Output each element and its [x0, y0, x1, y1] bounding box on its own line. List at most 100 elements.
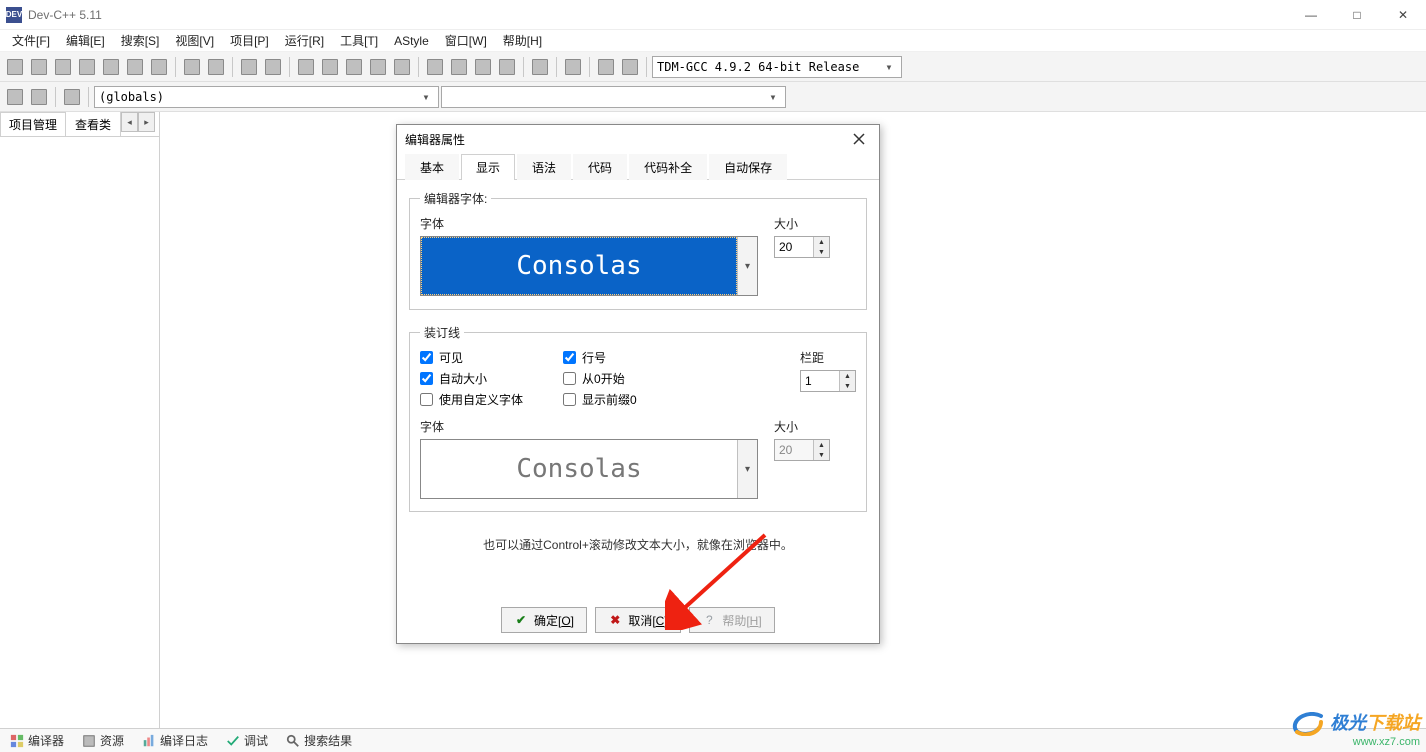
dialog-tab-display[interactable]: 显示: [461, 154, 515, 180]
editor-properties-dialog: 编辑器属性 基本 显示 语法 代码 代码补全 自动保存 编辑器字体: 字体 Co…: [396, 124, 880, 644]
debug-icon: [394, 59, 410, 75]
dialog-tab-basic[interactable]: 基本: [405, 154, 459, 180]
chk-start-zero[interactable]: 从0开始: [563, 370, 637, 387]
tb-btn-d[interactable]: [496, 56, 518, 78]
tb-btn-h[interactable]: [619, 56, 641, 78]
dialog-tab-autosave[interactable]: 自动保存: [709, 154, 787, 180]
tab-class-view[interactable]: 查看类: [66, 112, 120, 136]
chk-visible[interactable]: 可见: [420, 349, 523, 366]
cancel-button[interactable]: ✖ 取消[C]: [595, 607, 681, 633]
menu-help[interactable]: 帮助[H]: [495, 30, 550, 51]
bottom-tab-compiler[interactable]: 编译器: [6, 730, 68, 751]
chevron-down-icon: ▾: [881, 60, 897, 74]
compile-run-button[interactable]: [343, 56, 365, 78]
bottom-tab-resources[interactable]: 资源: [78, 730, 128, 751]
dialog-title-text: 编辑器属性: [405, 131, 847, 148]
ok-button[interactable]: ✔ 确定[O]: [501, 607, 587, 633]
run-button[interactable]: [319, 56, 341, 78]
compiler-select[interactable]: TDM-GCC 4.9.2 64-bit Release ▾: [652, 56, 902, 78]
tb-btn-b[interactable]: [448, 56, 470, 78]
spin-down-icon[interactable]: ▼: [814, 247, 829, 257]
chk-line-numbers[interactable]: 行号: [563, 349, 637, 366]
tb-btn-e[interactable]: [529, 56, 551, 78]
editor-font-size-spinner[interactable]: ▲▼: [774, 236, 830, 258]
nav-back-button[interactable]: [4, 86, 26, 108]
chk-custom-font[interactable]: 使用自定义字体: [420, 391, 523, 408]
toolbar-separator: [289, 57, 290, 77]
save-button[interactable]: [52, 56, 74, 78]
tab-scroll-left[interactable]: ◂: [121, 112, 138, 132]
rebuild-button[interactable]: [367, 56, 389, 78]
gutter-font-size-input: [775, 440, 813, 460]
tb-btn-g[interactable]: [595, 56, 617, 78]
gutter-margin-input[interactable]: [801, 371, 839, 391]
menu-view[interactable]: 视图[V]: [167, 30, 222, 51]
save-all-icon: [79, 59, 95, 75]
help-button[interactable]: ? 帮助[H]: [689, 607, 775, 633]
menu-search[interactable]: 搜索[S]: [113, 30, 168, 51]
menu-project[interactable]: 项目[P]: [222, 30, 277, 51]
goto-button[interactable]: [61, 86, 83, 108]
log-icon: [142, 734, 156, 748]
menu-file[interactable]: 文件[F]: [4, 30, 58, 51]
chk-leading-zero[interactable]: 显示前缀0: [563, 391, 637, 408]
save-all-button[interactable]: [76, 56, 98, 78]
check-icon: [226, 734, 240, 748]
close-file-icon: [127, 59, 143, 75]
undo-button[interactable]: [181, 56, 203, 78]
nav-fwd-button[interactable]: [28, 86, 50, 108]
member-select[interactable]: ▾: [441, 86, 786, 108]
dialog-tab-syntax[interactable]: 语法: [517, 154, 571, 180]
redo-button[interactable]: [205, 56, 227, 78]
new-file-button[interactable]: [4, 56, 26, 78]
redo-icon: [208, 59, 224, 75]
rebuild-icon: [370, 59, 386, 75]
tab-scroll-right[interactable]: ▸: [138, 112, 155, 132]
replace-icon: [265, 59, 281, 75]
spin-up-icon[interactable]: ▲: [840, 371, 855, 381]
gutter-margin-spinner[interactable]: ▲▼: [800, 370, 856, 392]
open-file-button[interactable]: [28, 56, 50, 78]
generic-icon: [451, 59, 467, 75]
bottom-tab-debug[interactable]: 调试: [222, 730, 272, 751]
menu-window[interactable]: 窗口[W]: [437, 30, 495, 51]
toolbar-separator: [646, 57, 647, 77]
watermark-logo: 极光下载站: [1291, 709, 1420, 736]
undo-icon: [184, 59, 200, 75]
compile-icon: [298, 59, 314, 75]
print-button[interactable]: [148, 56, 170, 78]
editor-font-select[interactable]: Consolas ▾: [420, 236, 758, 296]
menu-astyle[interactable]: AStyle: [386, 32, 437, 50]
compile-button[interactable]: [295, 56, 317, 78]
bottom-tab-search-results[interactable]: 搜索结果: [282, 730, 356, 751]
close-button[interactable]: ✕: [1380, 0, 1426, 30]
generic-icon: [475, 59, 491, 75]
tb-btn-a[interactable]: [424, 56, 446, 78]
menu-tools[interactable]: 工具[T]: [332, 30, 386, 51]
bottom-tab-compile-log[interactable]: 编译日志: [138, 730, 212, 751]
minimize-button[interactable]: —: [1288, 0, 1334, 30]
menu-edit[interactable]: 编辑[E]: [58, 30, 113, 51]
dialog-tab-code[interactable]: 代码: [573, 154, 627, 180]
dialog-close-button[interactable]: [847, 127, 871, 151]
maximize-button[interactable]: □: [1334, 0, 1380, 30]
close-file-button[interactable]: [124, 56, 146, 78]
editor-font-size-input[interactable]: [775, 237, 813, 257]
chk-autosize[interactable]: 自动大小: [420, 370, 523, 387]
spin-down-icon[interactable]: ▼: [840, 381, 855, 391]
close-icon: [853, 133, 865, 145]
debug-button[interactable]: [391, 56, 413, 78]
menu-run[interactable]: 运行[R]: [277, 30, 332, 51]
scope-select[interactable]: (globals) ▾: [94, 86, 439, 108]
generic-icon: [499, 59, 515, 75]
tb-btn-f[interactable]: [562, 56, 584, 78]
dialog-tab-complete[interactable]: 代码补全: [629, 154, 707, 180]
dialog-titlebar[interactable]: 编辑器属性: [397, 125, 879, 153]
save-as-button[interactable]: [100, 56, 122, 78]
find-button[interactable]: [238, 56, 260, 78]
bottom-panel-tabs: 编译器 资源 编译日志 调试 搜索结果: [0, 728, 1426, 752]
tb-btn-c[interactable]: [472, 56, 494, 78]
tab-project-manager[interactable]: 项目管理: [0, 112, 66, 136]
spin-up-icon[interactable]: ▲: [814, 237, 829, 247]
replace-button[interactable]: [262, 56, 284, 78]
